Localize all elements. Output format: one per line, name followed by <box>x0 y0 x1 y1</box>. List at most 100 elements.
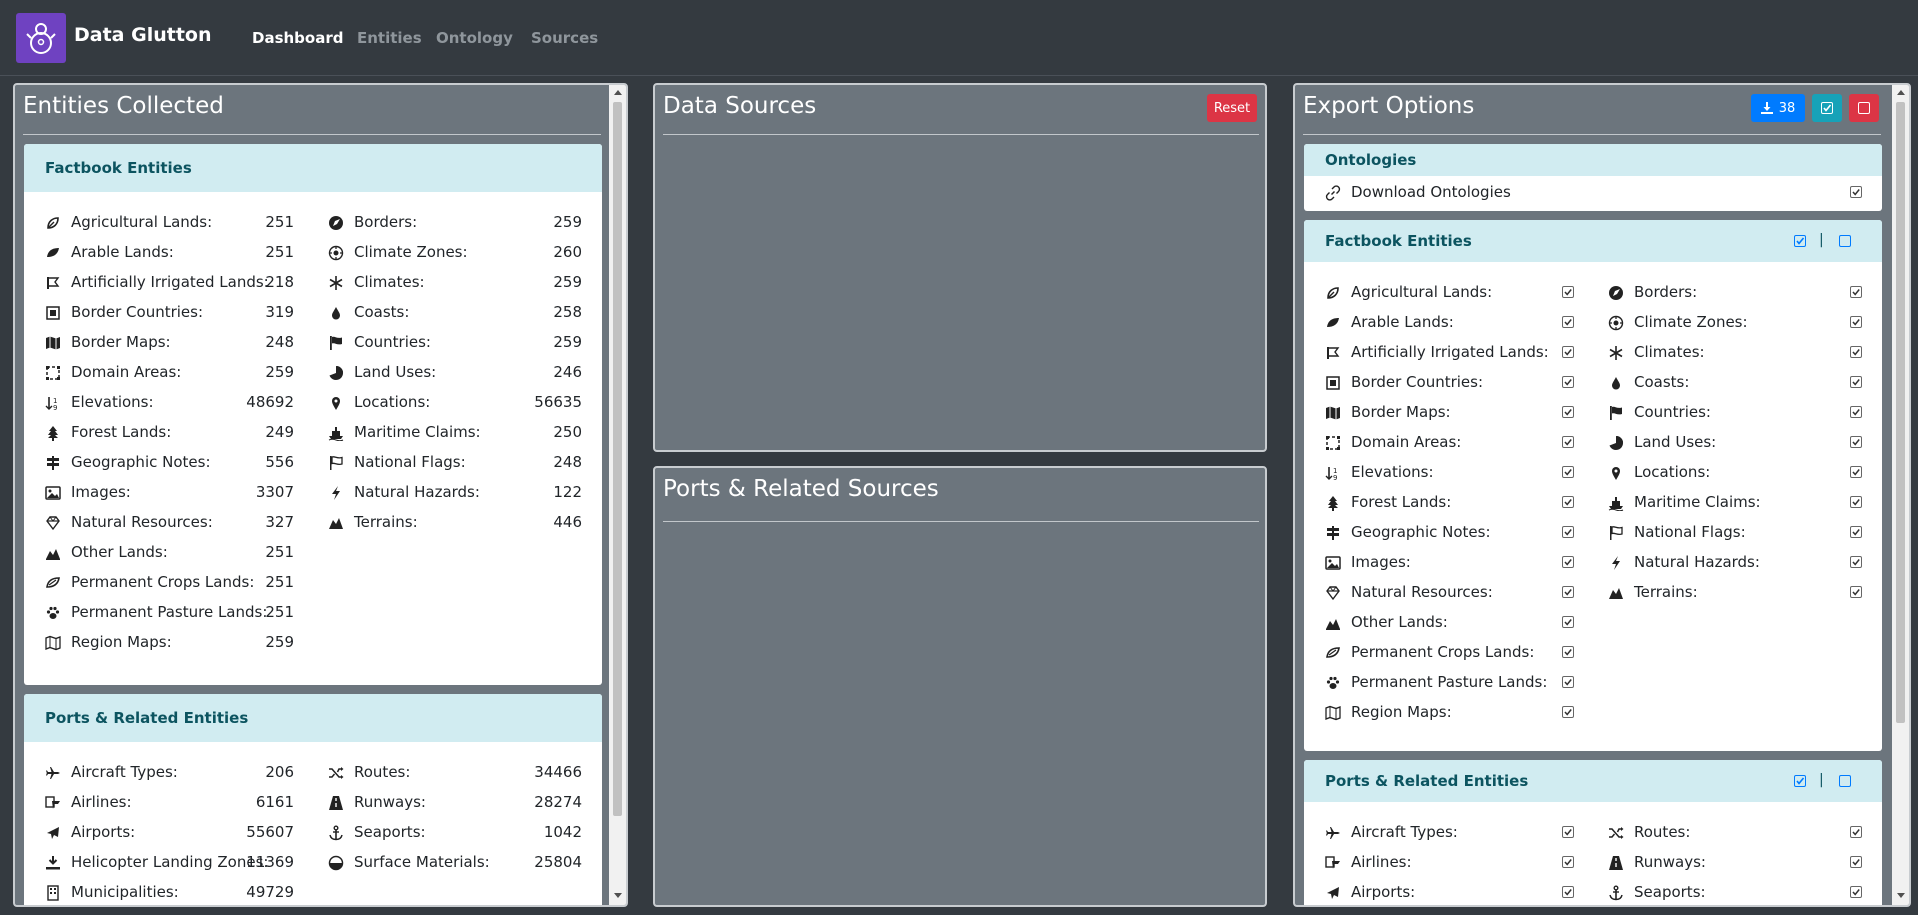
export-option-row[interactable]: Domain Areas: <box>1325 428 1574 458</box>
export-checkbox[interactable] <box>1850 376 1862 388</box>
divider <box>1303 134 1881 135</box>
entity-count-row: Runways: 28274 <box>328 788 582 818</box>
scrollbar-thumb[interactable] <box>1896 102 1905 723</box>
export-option-row[interactable]: 1 9 Elevations: <box>1325 458 1574 488</box>
nav-dashboard[interactable]: Dashboard <box>252 29 343 47</box>
export-checkbox[interactable] <box>1850 856 1862 868</box>
link-icon <box>1325 185 1341 201</box>
export-checkbox[interactable] <box>1562 616 1574 628</box>
export-option-row[interactable]: Climates: <box>1608 338 1862 368</box>
app-title[interactable]: Data Glutton <box>74 24 212 46</box>
download-count: 38 <box>1778 100 1796 116</box>
export-option-row[interactable]: Permanent Pasture Lands: <box>1325 668 1574 698</box>
export-checkbox[interactable] <box>1850 496 1862 508</box>
export-option-row[interactable]: Locations: <box>1608 458 1862 488</box>
export-option-row[interactable]: Natural Resources: <box>1325 578 1574 608</box>
export-option-row[interactable]: Airlines: <box>1325 848 1574 878</box>
scrollbar-thumb[interactable] <box>613 102 622 816</box>
export-option-row[interactable]: Borders: <box>1608 278 1862 308</box>
export-checkbox[interactable] <box>1562 466 1574 478</box>
deselect-all-button[interactable] <box>1849 94 1879 122</box>
export-option-row[interactable]: Other Lands: <box>1325 608 1574 638</box>
scrollbar[interactable] <box>1892 85 1909 905</box>
export-checkbox[interactable] <box>1562 406 1574 418</box>
entity-count-row: Helicopter Landing Zones: 11369 <box>45 848 294 878</box>
scroll-down-icon[interactable] <box>1893 888 1908 903</box>
export-option-row[interactable]: Permanent Crops Lands: <box>1325 638 1574 668</box>
export-option-row[interactable]: Land Uses: <box>1608 428 1862 458</box>
row-label: National Flags: <box>354 453 466 471</box>
select-all-button[interactable] <box>1812 94 1842 122</box>
export-checkbox[interactable] <box>1562 676 1574 688</box>
export-checkbox[interactable] <box>1850 886 1862 898</box>
glutton-logo-icon[interactable] <box>16 13 66 63</box>
export-checkbox[interactable] <box>1850 556 1862 568</box>
nav-entities[interactable]: Entities <box>357 29 422 47</box>
export-option-row[interactable]: Aircraft Types: <box>1325 818 1574 848</box>
export-checkbox[interactable] <box>1562 646 1574 658</box>
deselect-all-square-icon[interactable] <box>1839 235 1851 247</box>
export-checkbox[interactable] <box>1850 286 1862 298</box>
reset-button[interactable]: Reset <box>1207 94 1257 122</box>
export-checkbox[interactable] <box>1562 856 1574 868</box>
export-option-row[interactable]: Artificially Irrigated Lands: <box>1325 338 1574 368</box>
export-option-row[interactable]: Coasts: <box>1608 368 1862 398</box>
export-checkbox[interactable] <box>1850 406 1862 418</box>
export-checkbox[interactable] <box>1562 526 1574 538</box>
export-option-row[interactable]: Images: <box>1325 548 1574 578</box>
row-label: Elevations: <box>71 393 154 411</box>
select-all-check-icon[interactable] <box>1794 235 1806 247</box>
climate-zones-icon <box>1608 315 1624 331</box>
export-checkbox[interactable] <box>1850 346 1862 358</box>
export-checkbox[interactable] <box>1850 826 1862 838</box>
row-count: 3307 <box>255 483 294 501</box>
scroll-up-icon[interactable] <box>1893 85 1908 100</box>
select-all-check-icon[interactable] <box>1794 775 1806 787</box>
export-checkbox[interactable] <box>1850 436 1862 448</box>
export-checkbox[interactable] <box>1850 466 1862 478</box>
export-checkbox[interactable] <box>1562 496 1574 508</box>
export-option-row[interactable]: Airports: <box>1325 878 1574 905</box>
export-option-row[interactable]: Geographic Notes: <box>1325 518 1574 548</box>
scroll-down-icon[interactable] <box>610 888 625 903</box>
export-option-row[interactable]: Border Countries: <box>1325 368 1574 398</box>
deselect-all-square-icon[interactable] <box>1839 775 1851 787</box>
export-checkbox[interactable] <box>1562 436 1574 448</box>
export-checkbox[interactable] <box>1562 886 1574 898</box>
export-option-row[interactable]: Climate Zones: <box>1608 308 1862 338</box>
export-checkbox[interactable] <box>1850 526 1862 538</box>
export-option-row[interactable]: Border Maps: <box>1325 398 1574 428</box>
export-option-row[interactable]: Routes: <box>1608 818 1862 848</box>
export-checkbox[interactable] <box>1562 346 1574 358</box>
export-checkbox[interactable] <box>1562 586 1574 598</box>
export-option-row[interactable]: Natural Hazards: <box>1608 548 1862 578</box>
scroll-up-icon[interactable] <box>610 85 625 100</box>
export-checkbox[interactable] <box>1562 556 1574 568</box>
export-option-row[interactable]: Countries: <box>1608 398 1862 428</box>
export-option-row[interactable]: Download Ontologies <box>1325 178 1862 208</box>
export-option-row[interactable]: Agricultural Lands: <box>1325 278 1574 308</box>
export-option-row[interactable]: National Flags: <box>1608 518 1862 548</box>
export-checkbox[interactable] <box>1850 186 1862 198</box>
export-checkbox[interactable] <box>1562 316 1574 328</box>
export-checkbox[interactable] <box>1562 706 1574 718</box>
nav-sources[interactable]: Sources <box>531 29 598 47</box>
download-button[interactable]: 38 <box>1751 94 1805 122</box>
export-option-row[interactable]: Terrains: <box>1608 578 1862 608</box>
export-checkbox[interactable] <box>1562 826 1574 838</box>
separator: | <box>1819 232 1824 248</box>
export-option-row[interactable]: Maritime Claims: <box>1608 488 1862 518</box>
scrollbar[interactable] <box>609 85 626 905</box>
export-option-row[interactable]: Forest Lands: <box>1325 488 1574 518</box>
export-option-row[interactable]: Runways: <box>1608 848 1862 878</box>
row-count: 259 <box>553 273 582 291</box>
export-checkbox[interactable] <box>1562 376 1574 388</box>
export-option-row[interactable]: Arable Lands: <box>1325 308 1574 338</box>
export-checkbox[interactable] <box>1850 316 1862 328</box>
natural-hazards-icon <box>328 485 344 501</box>
export-option-row[interactable]: Region Maps: <box>1325 698 1574 728</box>
nav-ontology[interactable]: Ontology <box>436 29 513 47</box>
export-checkbox[interactable] <box>1562 286 1574 298</box>
export-option-row[interactable]: Seaports: <box>1608 878 1862 905</box>
export-checkbox[interactable] <box>1850 586 1862 598</box>
